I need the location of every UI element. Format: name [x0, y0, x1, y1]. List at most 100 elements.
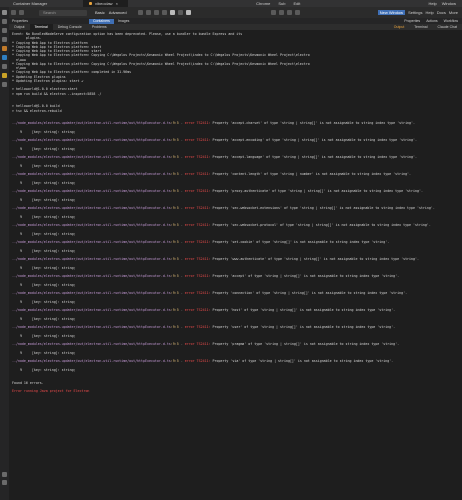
menu-edit[interactable]: Edit: [293, 1, 300, 6]
help-button[interactable]: Help: [426, 10, 434, 15]
error-location: :9:5: [170, 223, 179, 228]
error-code: error TS2411:: [184, 325, 211, 330]
close-icon[interactable]: ×: [116, 1, 118, 6]
code-snippet: 9 [key: string]: string;: [20, 163, 76, 168]
code-snippet: 9 [key: string]: string;: [20, 231, 76, 236]
terminal-output: Event: No BundledNodeServe configuration…: [12, 32, 457, 393]
error-message: Property 'www-authenticate' of type 'str…: [212, 257, 419, 262]
error-location: :9:5: [170, 274, 179, 279]
remote-icon[interactable]: [2, 64, 7, 69]
testing-icon[interactable]: [2, 73, 7, 78]
terminal-text: > tsc && electron-rebuild: [12, 108, 62, 113]
error-path[interactable]: ../node_modules/electron-updater/out/ele…: [12, 359, 171, 363]
terminal-line: ../node_modules/electron-updater/out/ele…: [12, 155, 457, 159]
error-message: Property 'accept-charset' of type 'strin…: [212, 121, 415, 126]
error-location: :9:5: [170, 138, 179, 143]
error-path[interactable]: ../node_modules/electron-updater/out/ele…: [12, 291, 171, 295]
error-message: Property 'sec-websocket-extensions' of t…: [212, 206, 435, 211]
source-control-icon[interactable]: [2, 28, 7, 33]
extensions-icon[interactable]: [2, 46, 7, 51]
settings-button[interactable]: Settings: [408, 10, 422, 15]
error-code: error TS2411:: [184, 223, 211, 228]
panel-right-actions[interactable]: Actions: [426, 19, 437, 23]
search-input[interactable]: Search: [39, 9, 87, 16]
error-path[interactable]: ../node_modules/electron-updater/out/ele…: [12, 274, 171, 278]
error-code: error TS2411:: [184, 172, 211, 177]
tab-images[interactable]: Images: [114, 19, 133, 23]
run-debug-icon[interactable]: [2, 37, 7, 42]
menu-help[interactable]: Help: [429, 1, 437, 6]
terminal-line: ../node_modules/electron-updater/out/ele…: [12, 121, 457, 125]
split-icon[interactable]: [286, 10, 292, 15]
menu-sub[interactable]: Sub: [278, 1, 285, 6]
error-path[interactable]: ../node_modules/electron-updater/out/ele…: [12, 121, 171, 125]
error-location: :9:5: [170, 172, 179, 177]
terminal-panel[interactable]: Event: No BundledNodeServe configuration…: [9, 30, 462, 500]
grid-icon[interactable]: [146, 10, 152, 15]
new-window-button[interactable]: New Window: [377, 10, 406, 15]
list-icon[interactable]: [138, 10, 144, 15]
code-snippet: 9 [key: string]: string;: [20, 129, 76, 134]
error-path[interactable]: ../node_modules/electron-updater/out/ele…: [12, 189, 171, 193]
toolbar-basic[interactable]: Basic: [95, 10, 105, 15]
error-location: :9:5: [170, 359, 179, 364]
forward-icon[interactable]: [18, 10, 24, 15]
activity-bottom: [0, 472, 9, 500]
cloud-icon[interactable]: [170, 10, 176, 15]
settings-icon[interactable]: [2, 480, 7, 485]
error-path[interactable]: ../node_modules/electron-updater/out/ele…: [12, 223, 171, 227]
error-path[interactable]: ../node_modules/electron-updater/out/ele…: [12, 257, 171, 261]
code-snippet: 9 [key: string]: string;: [20, 248, 76, 253]
terminal-text: Found 16 errors.: [12, 380, 44, 385]
docs-button[interactable]: Docs: [437, 10, 446, 15]
terminal-line: ../node_modules/electron-updater/out/ele…: [12, 359, 457, 363]
panel-right-properties[interactable]: Properties: [404, 19, 420, 23]
error-path[interactable]: ../node_modules/electron-updater/out/ele…: [12, 342, 171, 346]
error-message: Property 'connection' of type 'string | …: [212, 291, 408, 296]
menu-chrome[interactable]: Chrome: [256, 1, 270, 6]
more-button[interactable]: More: [449, 10, 458, 15]
menu-window[interactable]: Window: [442, 1, 456, 6]
error-path[interactable]: ../node_modules/electron-updater/out/ele…: [12, 172, 171, 176]
error-path[interactable]: ../node_modules/electron-updater/out/ele…: [12, 155, 171, 159]
window-tab[interactable]: vibeoclaw ×: [83, 0, 128, 7]
app-window: Container Manager vibeoclaw × Chrome Sub…: [0, 0, 462, 500]
error-location: :9:5: [170, 155, 179, 160]
error-summary: Error running Java project for Electron: [12, 389, 90, 393]
error-path[interactable]: ../node_modules/electron-updater/out/ele…: [12, 138, 171, 142]
error-code: error TS2411:: [184, 206, 211, 211]
search-icon[interactable]: [2, 19, 7, 24]
error-path[interactable]: ../node_modules/electron-updater/out/ele…: [12, 308, 171, 312]
panel-icon[interactable]: [278, 10, 284, 15]
title-bar: Container Manager vibeoclaw × Chrome Sub…: [0, 0, 462, 7]
gear-icon[interactable]: [178, 10, 184, 15]
code-snippet: 9 [key: string]: string;: [20, 265, 76, 270]
layout-icon[interactable]: [270, 10, 276, 15]
panel-right-workflow[interactable]: Workflow: [444, 19, 458, 23]
moon-icon[interactable]: [186, 10, 192, 15]
error-message: Property 'set-cookie' of type 'string[]'…: [212, 240, 390, 245]
error-message: Property 'content-length' of type 'strin…: [212, 172, 412, 177]
error-path[interactable]: ../node_modules/electron-updater/out/ele…: [12, 325, 171, 329]
error-message: Property 'accept' of type 'string | stri…: [212, 274, 400, 279]
maximize-icon[interactable]: [294, 10, 300, 15]
error-path[interactable]: ../node_modules/electron-updater/out/ele…: [12, 240, 171, 244]
terminal-line: ../node_modules/electron-updater/out/ele…: [12, 189, 457, 193]
error-code: error TS2411:: [184, 240, 211, 245]
error-code: error TS2411:: [184, 359, 211, 364]
error-code: error TS2411:: [184, 257, 211, 262]
terminal-line: ../node_modules/electron-updater/out/ele…: [12, 291, 457, 295]
tab-containers[interactable]: Containers: [89, 18, 114, 24]
error-code: error TS2411:: [184, 189, 211, 194]
explorer-icon[interactable]: [2, 10, 7, 15]
back-icon[interactable]: [10, 10, 16, 15]
error-message: Property 'host' of type 'string | string…: [212, 308, 396, 313]
toolbar-advanced[interactable]: Advanced: [109, 10, 127, 15]
docker-icon[interactable]: [2, 55, 7, 60]
stop-icon[interactable]: [162, 10, 168, 15]
git-icon[interactable]: [2, 82, 7, 87]
account-icon[interactable]: [2, 472, 7, 477]
error-code: error TS2411:: [184, 121, 211, 126]
refresh-icon[interactable]: [154, 10, 160, 15]
error-path[interactable]: ../node_modules/electron-updater/out/ele…: [12, 206, 171, 210]
